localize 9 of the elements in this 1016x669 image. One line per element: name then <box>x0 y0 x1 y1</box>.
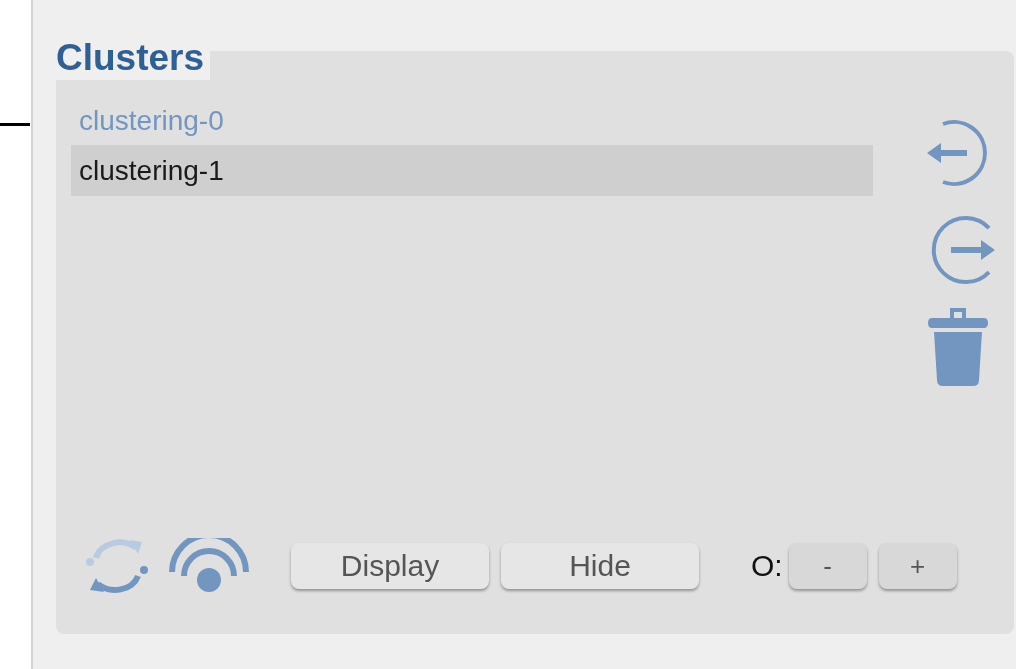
display-button[interactable]: Display <box>291 543 489 589</box>
trash-icon[interactable] <box>928 308 988 386</box>
decrease-button[interactable]: - <box>788 543 867 589</box>
increase-button[interactable]: + <box>878 543 957 589</box>
broadcast-icon[interactable] <box>168 538 250 594</box>
hide-button[interactable]: Hide <box>501 543 699 589</box>
refresh-icon[interactable] <box>84 536 150 596</box>
list-item[interactable]: clustering-1 <box>71 145 873 196</box>
opacity-label: O: <box>751 549 783 583</box>
